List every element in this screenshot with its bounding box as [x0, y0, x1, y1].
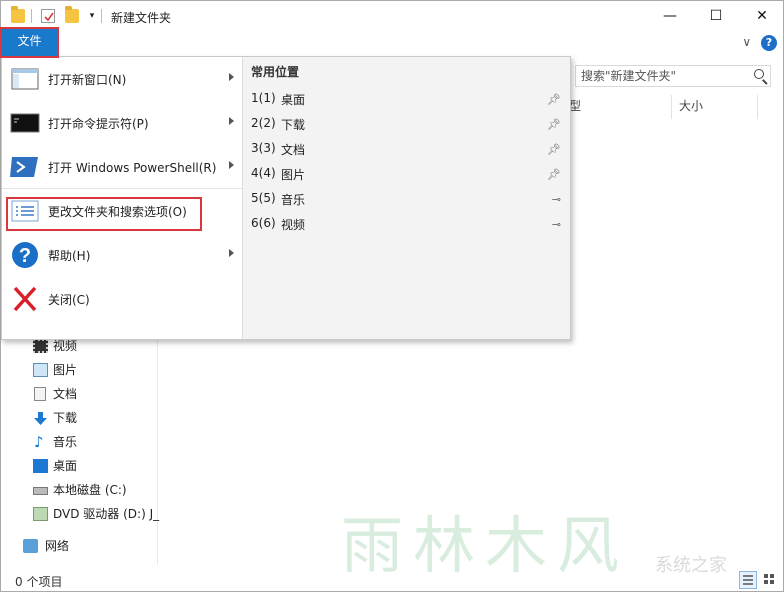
title-separator-2 [101, 9, 102, 23]
navigation-pane: 视频 图片 文档 下载 ♪ 音乐 桌面 本地磁盘 (C:) DVD 驱动器 (D… [1, 331, 160, 561]
nav-item-label: 桌面 [53, 459, 78, 473]
frequent-places-title: 常用位置 [251, 65, 300, 79]
frequent-place-number: 3(3) [251, 141, 276, 155]
menu-item-help[interactable]: ? 帮助(H) [2, 233, 242, 277]
network-icon [23, 539, 38, 553]
pin-icon[interactable]: 📌︎ [547, 118, 561, 131]
frequent-place-name: 视频 [281, 218, 306, 232]
close-button[interactable]: ✕ [739, 1, 784, 31]
details-view-button[interactable] [739, 571, 757, 589]
minimize-button[interactable]: — [647, 1, 693, 31]
menu-item-open-powershell[interactable]: 打开 Windows PowerShell(R) [2, 145, 242, 189]
nav-item-label: 本地磁盘 (C:) [53, 483, 127, 497]
watermark: 雨林木风 [341, 509, 630, 582]
column-divider[interactable] [757, 95, 758, 119]
menu-pane-divider [242, 57, 243, 339]
search-icon[interactable] [754, 69, 764, 79]
menu-item-close[interactable]: 关闭(C) [2, 277, 242, 321]
frequent-place-number: 5(5) [251, 191, 276, 205]
pin-icon[interactable]: 📌︎ [547, 143, 561, 156]
pin-icon[interactable]: 📌︎ [547, 93, 561, 106]
frequent-place-documents[interactable]: 3(3) 文档 📌︎ [251, 139, 563, 159]
nav-item-label: 下载 [53, 411, 78, 425]
column-divider[interactable] [671, 95, 672, 119]
status-item-count: 0 个项目 [15, 575, 63, 589]
ribbon-tab-row [1, 31, 783, 57]
unpinned-icon[interactable]: ⊸ [552, 193, 561, 206]
file-menu: 打开新窗口(N) 打开命令提示符(P) 打开 Windows PowerShel… [1, 56, 571, 340]
powershell-icon [10, 153, 40, 181]
download-icon [33, 411, 48, 425]
maximize-button[interactable]: ☐ [693, 1, 739, 31]
submenu-arrow-icon [229, 117, 234, 125]
folder-icon [11, 6, 25, 23]
submenu-arrow-icon [229, 249, 234, 257]
menu-item-open-cmd[interactable]: 打开命令提示符(P) [2, 101, 242, 145]
frequent-place-number: 1(1) [251, 91, 276, 105]
help-icon[interactable]: ? [761, 35, 777, 51]
menu-item-label: 打开 Windows PowerShell(R) [48, 161, 217, 175]
file-tab[interactable]: 文件 [0, 27, 59, 58]
video-icon [33, 339, 48, 353]
pictures-icon [33, 363, 48, 377]
nav-item-label: 文档 [53, 387, 78, 401]
dvd-icon [33, 507, 48, 521]
window-title: 新建文件夹 [111, 11, 172, 25]
menu-item-open-new-window[interactable]: 打开新窗口(N) [2, 57, 242, 101]
frequent-place-name: 音乐 [281, 193, 306, 207]
file-menu-commands: 打开新窗口(N) 打开命令提示符(P) 打开 Windows PowerShel… [2, 57, 242, 339]
menu-item-label: 帮助(H) [48, 249, 91, 263]
nav-item-label: 网络 [45, 539, 70, 553]
music-icon: ♪ [34, 433, 44, 451]
frequent-place-videos[interactable]: 6(6) 视频 ⊸ [251, 214, 563, 234]
watermark-sub: 系统之家 [655, 555, 727, 576]
desktop-icon [33, 459, 48, 473]
menu-item-label: 关闭(C) [48, 293, 90, 307]
customize-quick-access-icon[interactable]: ▾ [85, 9, 99, 23]
frequent-place-pictures[interactable]: 4(4) 图片 📌︎ [251, 164, 563, 184]
svg-text:?: ? [19, 245, 31, 267]
frequent-place-name: 文档 [281, 143, 306, 157]
frequent-place-number: 2(2) [251, 116, 276, 130]
ribbon-controls: ∨ ? [742, 35, 777, 51]
unpinned-icon[interactable]: ⊸ [552, 218, 561, 231]
nav-item-label: DVD 驱动器 (D:) J_ [53, 507, 160, 521]
frequent-place-number: 4(4) [251, 166, 276, 180]
frequent-place-music[interactable]: 5(5) 音乐 ⊸ [251, 189, 563, 209]
nav-item-label: 图片 [53, 363, 78, 377]
frequent-place-number: 6(6) [251, 216, 276, 230]
frequent-place-name: 桌面 [281, 93, 306, 107]
submenu-arrow-icon [229, 73, 234, 81]
frequent-place-name: 下载 [281, 118, 306, 132]
search-input[interactable]: 搜索"新建文件夹" [575, 65, 771, 87]
frequent-place-name: 图片 [281, 168, 306, 182]
expand-ribbon-icon[interactable]: ∨ [742, 35, 751, 49]
highlight-box [6, 197, 202, 231]
nav-item-label: 音乐 [53, 435, 78, 449]
properties-icon[interactable] [41, 9, 55, 23]
explorer-window: ▾ 新建文件夹 — ☐ ✕ ∨ ? 搜索"新建文件夹" 型 大小 视频 图片 文… [0, 0, 784, 592]
column-header-size[interactable]: 大小 [679, 97, 703, 114]
window-icon [10, 65, 40, 93]
new-folder-icon[interactable] [65, 6, 79, 23]
search-placeholder: 搜索"新建文件夹" [581, 69, 677, 83]
frequent-place-downloads[interactable]: 2(2) 下载 📌︎ [251, 114, 563, 134]
pin-icon[interactable]: 📌︎ [547, 168, 561, 181]
title-bar: ▾ 新建文件夹 — ☐ ✕ [1, 1, 783, 31]
frequent-place-desktop[interactable]: 1(1) 桌面 📌︎ [251, 89, 563, 109]
large-icons-view-button[interactable] [761, 571, 779, 589]
close-x-icon [10, 285, 40, 313]
cmd-icon [10, 109, 40, 137]
title-separator [31, 9, 32, 23]
submenu-arrow-icon [229, 161, 234, 169]
menu-separator [2, 188, 242, 189]
menu-item-label: 打开命令提示符(P) [48, 117, 149, 131]
menu-item-label: 打开新窗口(N) [48, 73, 127, 87]
nav-pane-divider[interactable] [157, 337, 158, 565]
drive-icon [33, 487, 48, 495]
help-icon: ? [10, 241, 40, 269]
documents-icon [34, 387, 46, 401]
